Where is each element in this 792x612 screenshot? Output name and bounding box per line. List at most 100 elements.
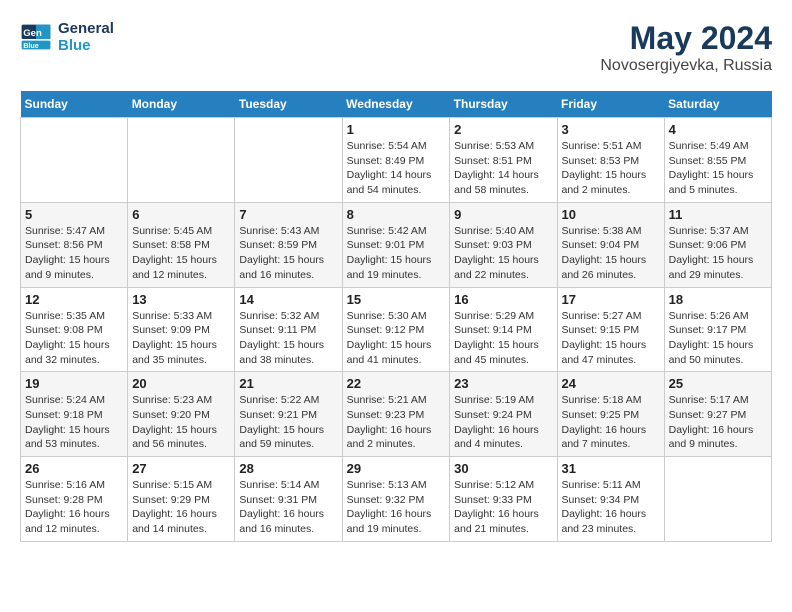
calendar-cell: 23 Sunrise: 5:19 AM Sunset: 9:24 PM Dayli… <box>450 372 557 457</box>
day-number: 26 <box>25 461 123 476</box>
calendar-cell: 15 Sunrise: 5:30 AM Sunset: 9:12 PM Dayli… <box>342 287 450 372</box>
day-number: 22 <box>347 376 446 391</box>
day-info: Sunrise: 5:53 AM Sunset: 8:51 PM Dayligh… <box>454 139 552 198</box>
day-info: Sunrise: 5:26 AM Sunset: 9:17 PM Dayligh… <box>669 309 767 368</box>
calendar-cell: 22 Sunrise: 5:21 AM Sunset: 9:23 PM Dayli… <box>342 372 450 457</box>
weekday-header: Wednesday <box>342 91 450 118</box>
day-number: 1 <box>347 122 446 137</box>
day-number: 4 <box>669 122 767 137</box>
day-info: Sunrise: 5:45 AM Sunset: 8:58 PM Dayligh… <box>132 224 230 283</box>
calendar-cell: 2 Sunrise: 5:53 AM Sunset: 8:51 PM Daylig… <box>450 118 557 203</box>
weekday-header: Thursday <box>450 91 557 118</box>
day-number: 18 <box>669 292 767 307</box>
day-info: Sunrise: 5:30 AM Sunset: 9:12 PM Dayligh… <box>347 309 446 368</box>
day-number: 16 <box>454 292 552 307</box>
page-header: Gen Blue General Blue May 2024 Novosergi… <box>20 20 772 75</box>
day-info: Sunrise: 5:13 AM Sunset: 9:32 PM Dayligh… <box>347 478 446 537</box>
calendar-cell <box>128 118 235 203</box>
day-info: Sunrise: 5:33 AM Sunset: 9:09 PM Dayligh… <box>132 309 230 368</box>
day-number: 11 <box>669 207 767 222</box>
svg-text:Gen: Gen <box>23 28 42 39</box>
calendar-cell: 11 Sunrise: 5:37 AM Sunset: 9:06 PM Dayli… <box>664 202 771 287</box>
calendar-week-row: 5 Sunrise: 5:47 AM Sunset: 8:56 PM Daylig… <box>21 202 772 287</box>
calendar-cell <box>21 118 128 203</box>
calendar-cell: 5 Sunrise: 5:47 AM Sunset: 8:56 PM Daylig… <box>21 202 128 287</box>
day-info: Sunrise: 5:21 AM Sunset: 9:23 PM Dayligh… <box>347 393 446 452</box>
calendar-cell: 25Sunrise: 5:17 AM Sunset: 9:27 PM Dayli… <box>664 372 771 457</box>
day-info: Sunrise: 5:27 AM Sunset: 9:15 PM Dayligh… <box>562 309 660 368</box>
day-number: 15 <box>347 292 446 307</box>
calendar-cell: 27 Sunrise: 5:15 AM Sunset: 9:29 PM Dayli… <box>128 457 235 542</box>
day-number: 19 <box>25 376 123 391</box>
day-info: Sunrise: 5:54 AM Sunset: 8:49 PM Dayligh… <box>347 139 446 198</box>
day-number: 30 <box>454 461 552 476</box>
calendar-cell: 7Sunrise: 5:43 AM Sunset: 8:59 PM Daylig… <box>235 202 342 287</box>
day-number: 8 <box>347 207 446 222</box>
calendar-week-row: 26 Sunrise: 5:16 AM Sunset: 9:28 PM Dayli… <box>21 457 772 542</box>
calendar-cell: 18 Sunrise: 5:26 AM Sunset: 9:17 PM Dayli… <box>664 287 771 372</box>
day-info: Sunrise: 5:16 AM Sunset: 9:28 PM Dayligh… <box>25 478 123 537</box>
day-number: 5 <box>25 207 123 222</box>
day-info: Sunrise: 5:18 AM Sunset: 9:25 PM Dayligh… <box>562 393 660 452</box>
weekday-header: Tuesday <box>235 91 342 118</box>
day-info: Sunrise: 5:37 AM Sunset: 9:06 PM Dayligh… <box>669 224 767 283</box>
calendar-cell: 17 Sunrise: 5:27 AM Sunset: 9:15 PM Dayli… <box>557 287 664 372</box>
day-info: Sunrise: 5:38 AM Sunset: 9:04 PM Dayligh… <box>562 224 660 283</box>
calendar-cell: 10 Sunrise: 5:38 AM Sunset: 9:04 PM Dayli… <box>557 202 664 287</box>
day-number: 27 <box>132 461 230 476</box>
day-number: 10 <box>562 207 660 222</box>
day-number: 29 <box>347 461 446 476</box>
day-number: 25 <box>669 376 767 391</box>
calendar-cell: 13 Sunrise: 5:33 AM Sunset: 9:09 PM Dayli… <box>128 287 235 372</box>
calendar-cell: 4Sunrise: 5:49 AM Sunset: 8:55 PM Daylig… <box>664 118 771 203</box>
weekday-header: Sunday <box>21 91 128 118</box>
day-number: 23 <box>454 376 552 391</box>
logo-icon: Gen Blue <box>20 23 52 51</box>
day-number: 14 <box>239 292 337 307</box>
day-info: Sunrise: 5:40 AM Sunset: 9:03 PM Dayligh… <box>454 224 552 283</box>
day-info: Sunrise: 5:22 AM Sunset: 9:21 PM Dayligh… <box>239 393 337 452</box>
day-number: 9 <box>454 207 552 222</box>
day-number: 13 <box>132 292 230 307</box>
logo-text-line1: General <box>58 20 114 37</box>
calendar-cell: 30Sunrise: 5:12 AM Sunset: 9:33 PM Dayli… <box>450 457 557 542</box>
calendar-cell: 29 Sunrise: 5:13 AM Sunset: 9:32 PM Dayli… <box>342 457 450 542</box>
day-info: Sunrise: 5:29 AM Sunset: 9:14 PM Dayligh… <box>454 309 552 368</box>
day-number: 3 <box>562 122 660 137</box>
day-number: 28 <box>239 461 337 476</box>
weekday-header: Saturday <box>664 91 771 118</box>
calendar-cell: 31 Sunrise: 5:11 AM Sunset: 9:34 PM Dayli… <box>557 457 664 542</box>
day-info: Sunrise: 5:15 AM Sunset: 9:29 PM Dayligh… <box>132 478 230 537</box>
logo-text-line2: Blue <box>58 37 114 54</box>
calendar-cell: 9 Sunrise: 5:40 AM Sunset: 9:03 PM Daylig… <box>450 202 557 287</box>
day-number: 20 <box>132 376 230 391</box>
calendar-cell <box>664 457 771 542</box>
day-number: 21 <box>239 376 337 391</box>
day-info: Sunrise: 5:42 AM Sunset: 9:01 PM Dayligh… <box>347 224 446 283</box>
day-info: Sunrise: 5:11 AM Sunset: 9:34 PM Dayligh… <box>562 478 660 537</box>
day-number: 2 <box>454 122 552 137</box>
day-info: Sunrise: 5:47 AM Sunset: 8:56 PM Dayligh… <box>25 224 123 283</box>
calendar-cell: 26 Sunrise: 5:16 AM Sunset: 9:28 PM Dayli… <box>21 457 128 542</box>
day-number: 6 <box>132 207 230 222</box>
calendar-header-row: SundayMondayTuesdayWednesdayThursdayFrid… <box>21 91 772 118</box>
day-number: 17 <box>562 292 660 307</box>
calendar-cell: 16 Sunrise: 5:29 AM Sunset: 9:14 PM Dayli… <box>450 287 557 372</box>
calendar-week-row: 12 Sunrise: 5:35 AM Sunset: 9:08 PM Dayli… <box>21 287 772 372</box>
day-info: Sunrise: 5:19 AM Sunset: 9:24 PM Dayligh… <box>454 393 552 452</box>
calendar-table: SundayMondayTuesdayWednesdayThursdayFrid… <box>20 91 772 542</box>
calendar-cell: 8 Sunrise: 5:42 AM Sunset: 9:01 PM Daylig… <box>342 202 450 287</box>
day-info: Sunrise: 5:35 AM Sunset: 9:08 PM Dayligh… <box>25 309 123 368</box>
calendar-cell: 1 Sunrise: 5:54 AM Sunset: 8:49 PM Daylig… <box>342 118 450 203</box>
calendar-cell: 28 Sunrise: 5:14 AM Sunset: 9:31 PM Dayli… <box>235 457 342 542</box>
calendar-cell: 21 Sunrise: 5:22 AM Sunset: 9:21 PM Dayli… <box>235 372 342 457</box>
calendar-cell: 12 Sunrise: 5:35 AM Sunset: 9:08 PM Dayli… <box>21 287 128 372</box>
calendar-cell: 20Sunrise: 5:23 AM Sunset: 9:20 PM Dayli… <box>128 372 235 457</box>
day-number: 12 <box>25 292 123 307</box>
day-info: Sunrise: 5:51 AM Sunset: 8:53 PM Dayligh… <box>562 139 660 198</box>
day-number: 31 <box>562 461 660 476</box>
day-number: 7 <box>239 207 337 222</box>
day-info: Sunrise: 5:14 AM Sunset: 9:31 PM Dayligh… <box>239 478 337 537</box>
location-title: Novosergiyevka, Russia <box>600 57 772 75</box>
calendar-cell <box>235 118 342 203</box>
